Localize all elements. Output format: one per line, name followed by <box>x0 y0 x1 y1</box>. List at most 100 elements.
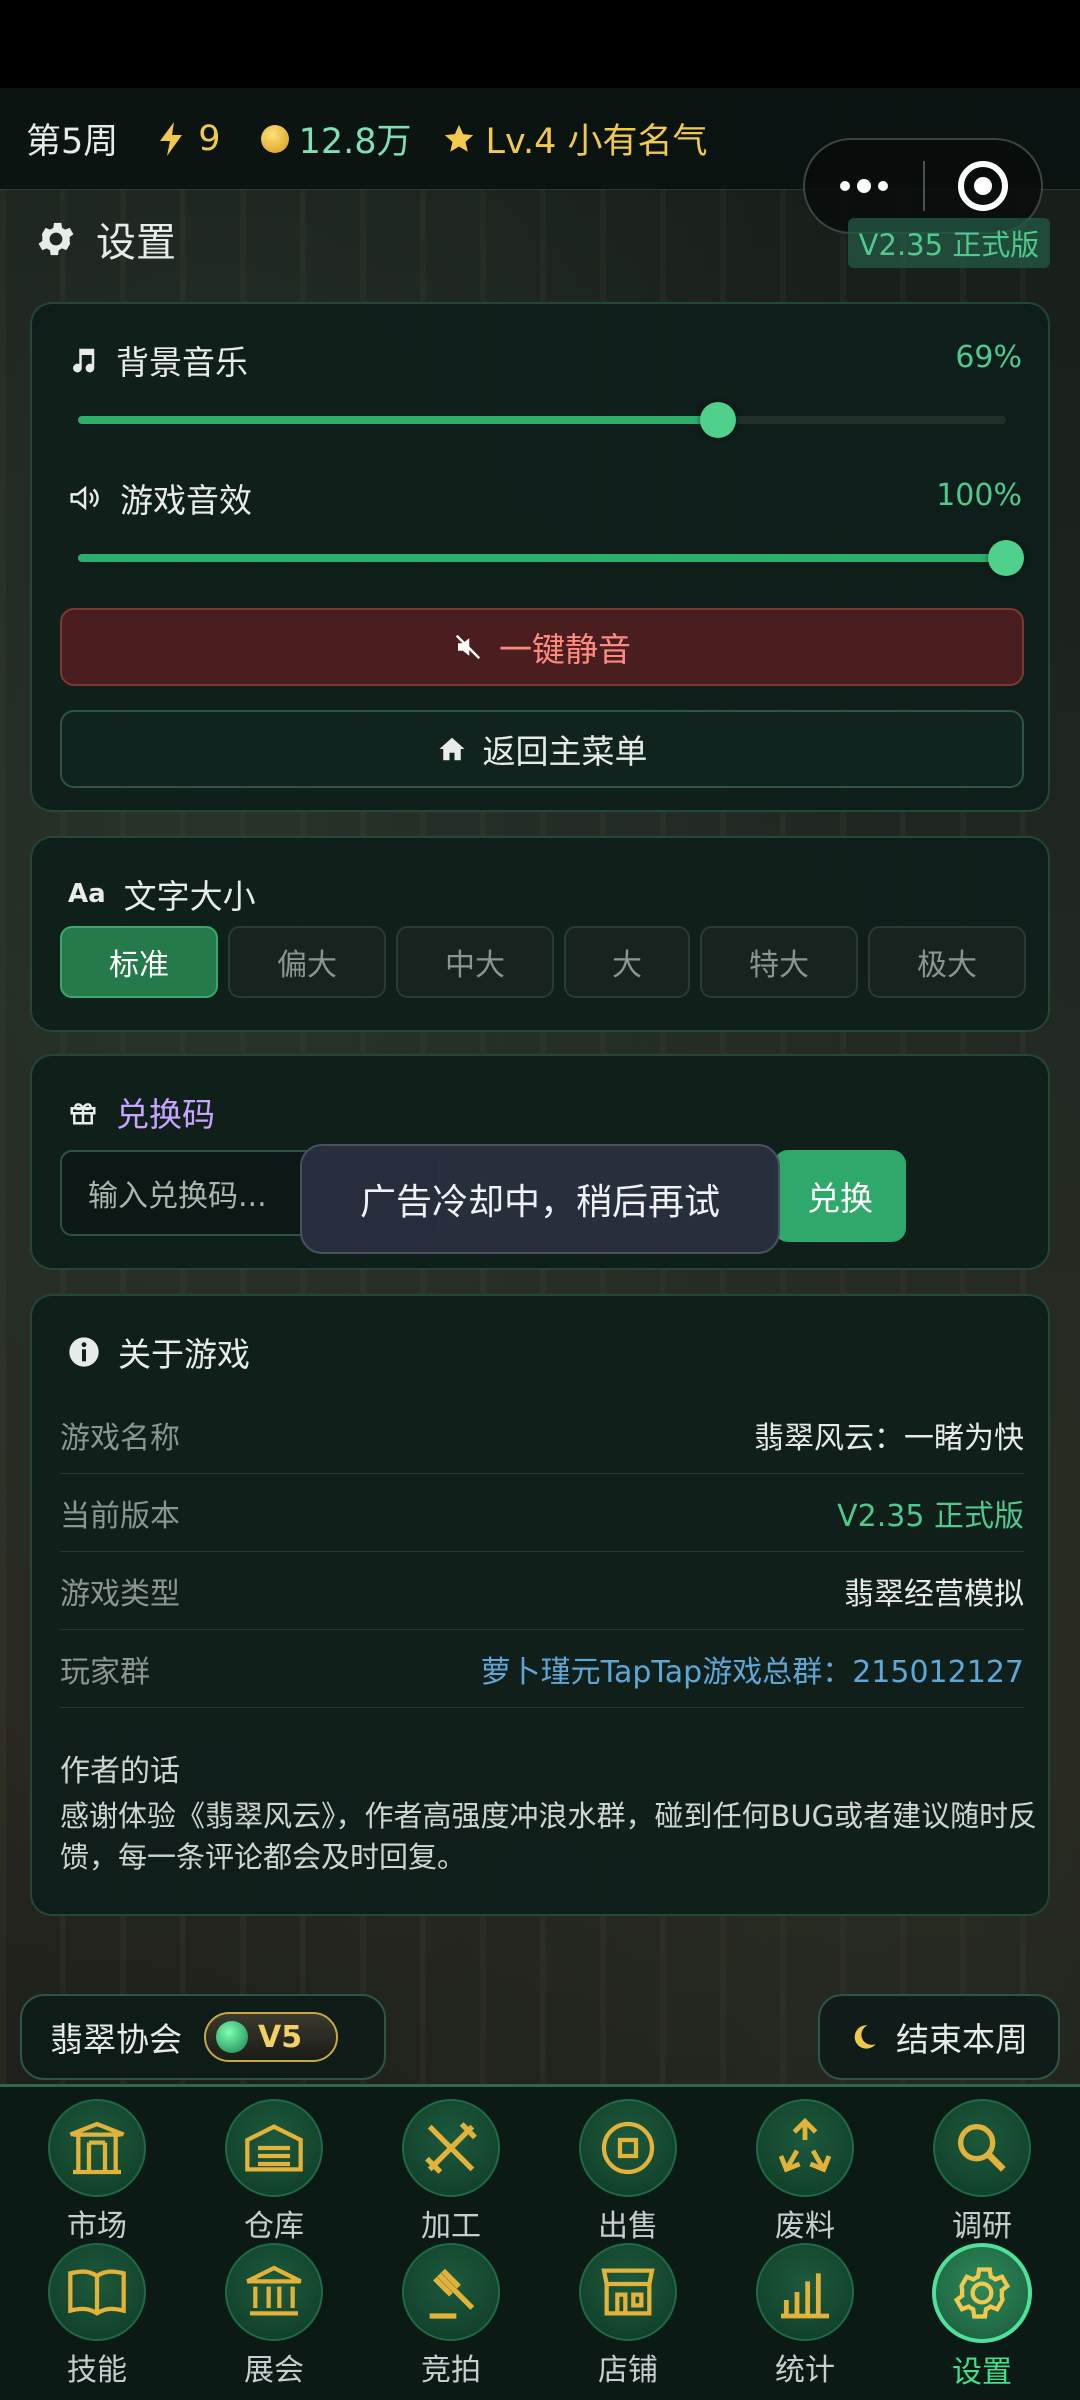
coin-counter: 12.8万 <box>260 113 412 164</box>
coin-icon <box>579 2099 677 2197</box>
page-title: 设置 <box>34 210 176 268</box>
nav-label: 废料 <box>775 2209 835 2244</box>
info-key: 当前版本 <box>60 1498 180 1534</box>
sfx-slider-knob[interactable] <box>988 540 1024 576</box>
info-icon <box>69 1337 99 1367</box>
museum-icon <box>225 2243 323 2341</box>
moon-icon <box>854 2025 876 2049</box>
font-option-extra-large[interactable]: 特大 <box>700 926 858 998</box>
font-size-card: Aa 文字大小 标准 偏大 中大 大 特大 极大 <box>30 836 1050 1032</box>
sfx-row-title: 游戏音效 <box>68 474 252 522</box>
star-icon <box>444 124 473 152</box>
gear-icon <box>38 222 74 256</box>
nav-item-scrap[interactable]: 废料 <box>735 2099 875 2245</box>
nav-label: 竞拍 <box>421 2353 481 2388</box>
info-value: 翡翠经营模拟 <box>844 1576 1024 1612</box>
player-group-link[interactable]: 萝卜瑾元TapTap游戏总群：215012127 <box>481 1647 1024 1691</box>
coin-icon <box>260 124 289 153</box>
info-value: 翡翠风云：一睹为快 <box>754 1420 1024 1456</box>
nav-label: 加工 <box>421 2209 481 2244</box>
font-option-standard[interactable]: 标准 <box>60 926 218 998</box>
gavel-icon <box>402 2243 500 2341</box>
player-level: Lv.4 小有名气 <box>442 113 708 164</box>
return-main-menu-label: 返回主菜单 <box>482 732 648 771</box>
mute-all-label: 一键静音 <box>499 630 631 669</box>
about-row-title: 关于游戏 <box>68 1328 250 1376</box>
about-game-card: 关于游戏 游戏名称 翡翠风云：一睹为快 当前版本 V2.35 正式版 游戏类型 … <box>30 1294 1050 1916</box>
redeem-label: 兑换码 <box>116 1095 215 1134</box>
gear-icon <box>932 2243 1032 2343</box>
music-label: 背景音乐 <box>116 343 248 382</box>
sfx-slider-fill <box>78 554 1006 562</box>
font-option-larger[interactable]: 偏大 <box>228 926 386 998</box>
warehouse-icon <box>225 2099 323 2197</box>
nav-item-exhibition[interactable]: 展会 <box>204 2243 344 2389</box>
info-key: 游戏类型 <box>60 1576 180 1612</box>
music-row-title: 背景音乐 <box>68 336 248 384</box>
music-slider-knob[interactable] <box>700 402 737 438</box>
font-size-icon: Aa <box>68 879 106 909</box>
vip-badge: V5 <box>204 2012 338 2062</box>
toast-message: 广告冷却中，稍后再试 <box>300 1144 780 1254</box>
association-label: 翡翠协会 <box>50 2020 182 2059</box>
nav-label: 设置 <box>952 2355 1012 2390</box>
sfx-slider[interactable] <box>78 540 1024 576</box>
nav-item-settings[interactable]: 设置 <box>912 2243 1052 2391</box>
nav-label: 市场 <box>67 2209 127 2244</box>
market-gate-icon <box>48 2099 146 2197</box>
bar-chart-icon <box>756 2243 854 2341</box>
nav-label: 技能 <box>67 2353 127 2388</box>
return-main-menu-button[interactable]: 返回主菜单 <box>60 710 1024 788</box>
nav-item-market[interactable]: 市场 <box>27 2099 167 2245</box>
end-week-label: 结束本周 <box>896 2020 1028 2059</box>
recycle-icon <box>756 2099 854 2197</box>
nav-item-statistics[interactable]: 统计 <box>735 2243 875 2389</box>
nav-label: 统计 <box>775 2353 835 2388</box>
about-label: 关于游戏 <box>118 1335 250 1374</box>
close-miniprogram-button[interactable] <box>925 161 1041 211</box>
nav-item-research[interactable]: 调研 <box>912 2099 1052 2245</box>
font-option-large[interactable]: 大 <box>564 926 690 998</box>
home-icon <box>439 737 464 761</box>
magnifier-icon <box>933 2099 1031 2197</box>
system-status-bar <box>0 0 1080 88</box>
info-row-player-group: 玩家群 萝卜瑾元TapTap游戏总群：215012127 <box>60 1630 1024 1708</box>
nav-item-auction[interactable]: 竞拍 <box>381 2243 521 2389</box>
end-week-button[interactable]: 结束本周 <box>818 1994 1060 2080</box>
lightning-icon <box>160 121 183 156</box>
energy-counter: 9 <box>158 119 221 159</box>
nav-item-shop[interactable]: 店铺 <box>558 2243 698 2389</box>
shop-icon <box>579 2243 677 2341</box>
font-option-medium-large[interactable]: 中大 <box>396 926 554 998</box>
tools-icon <box>402 2099 500 2197</box>
level-text: Lv.4 小有名气 <box>485 122 708 162</box>
nav-item-processing[interactable]: 加工 <box>381 2099 521 2245</box>
nav-item-sell[interactable]: 出售 <box>558 2099 698 2245</box>
author-note-title: 作者的话 <box>60 1754 180 1789</box>
audio-settings-card: 背景音乐 69% 游戏音效 100% 一键静音 返回主菜单 <box>30 302 1050 812</box>
info-value: V2.35 正式版 <box>837 1498 1024 1534</box>
association-button[interactable]: 翡翠协会 V5 <box>20 1994 386 2080</box>
emerald-gem-icon <box>216 2021 248 2053</box>
music-slider[interactable] <box>78 402 1006 438</box>
gift-icon <box>70 1103 96 1125</box>
info-key: 玩家群 <box>60 1654 150 1690</box>
mute-speaker-icon <box>455 634 481 660</box>
sfx-label: 游戏音效 <box>120 481 252 520</box>
font-size-label: 文字大小 <box>123 877 256 916</box>
font-option-max[interactable]: 极大 <box>868 926 1026 998</box>
mute-all-button[interactable]: 一键静音 <box>60 608 1024 686</box>
font-size-options: 标准 偏大 中大 大 特大 极大 <box>60 926 1026 998</box>
redeem-button[interactable]: 兑换 <box>774 1150 906 1242</box>
nav-item-warehouse[interactable]: 仓库 <box>204 2099 344 2245</box>
nav-label: 出售 <box>598 2209 658 2244</box>
week-indicator: 第5周 <box>26 122 119 162</box>
target-icon <box>958 161 1008 211</box>
redeem-row-title: 兑换码 <box>68 1088 215 1136</box>
nav-label: 展会 <box>244 2353 304 2388</box>
vip-level: V5 <box>258 2019 303 2055</box>
author-note-text: 感谢体验《翡翠风云》，作者高强度冲浪水群，碰到任何BUG或者建议随时反馈，每一条… <box>60 1799 1038 1874</box>
nav-item-skills[interactable]: 技能 <box>27 2243 167 2389</box>
speaker-icon <box>70 485 99 511</box>
nav-label: 调研 <box>952 2209 1012 2244</box>
